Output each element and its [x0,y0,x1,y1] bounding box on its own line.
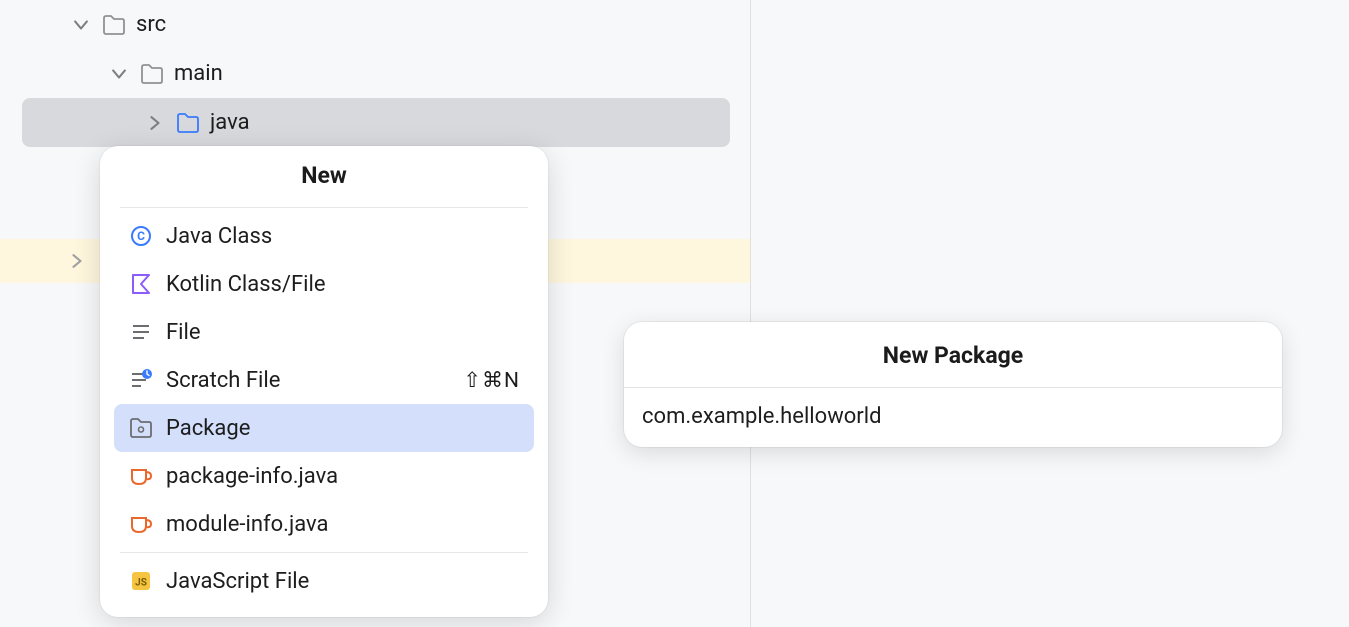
chevron-right-icon[interactable] [144,116,166,130]
menu-separator [120,552,528,553]
tree-row-main[interactable]: main [0,49,730,98]
menu-item-file[interactable]: File [114,308,534,356]
java-class-icon: C [128,223,154,249]
svg-text:C: C [137,229,145,243]
file-lines-icon [128,319,154,345]
project-tree: src main java [0,0,730,147]
pane-divider [750,0,751,627]
menu-item-kotlin[interactable]: Kotlin Class/File [114,260,534,308]
menu-separator [120,207,528,208]
js-icon: JS [128,568,154,594]
folder-icon [140,63,164,85]
tree-row-src[interactable]: src [0,0,730,49]
kotlin-icon [128,271,154,297]
menu-item-label: File [166,320,201,345]
folder-icon [176,112,200,134]
new-package-dialog: New Package [624,322,1282,447]
menu-item-label: Package [166,416,250,441]
svg-text:JS: JS [135,578,147,589]
menu-item-module-info[interactable]: module-info.java [114,500,534,548]
popup-title: New [100,162,548,203]
scratch-icon [128,367,154,393]
tree-row-java[interactable]: java [0,98,730,147]
menu-item-label: JavaScript File [166,569,309,594]
menu-shortcut: ⇧⌘N [463,368,520,393]
tree-label: src [136,12,166,37]
chevron-down-icon[interactable] [70,18,92,32]
menu-item-package[interactable]: Package [114,404,534,452]
tree-label: main [174,61,223,86]
menu-item-javascript-file[interactable]: JS JavaScript File [114,557,534,605]
dialog-title: New Package [624,322,1282,387]
package-icon [128,415,154,441]
chevron-down-icon[interactable] [108,67,130,81]
tree-label: java [210,110,250,135]
package-name-input[interactable] [624,388,1282,447]
chevron-right-icon [66,254,88,268]
folder-icon [102,14,126,36]
java-cup-icon [128,463,154,489]
new-context-menu: New C Java Class Kotlin Class/File File … [100,146,548,617]
menu-item-package-info[interactable]: package-info.java [114,452,534,500]
menu-item-label: package-info.java [166,464,338,489]
menu-item-label: Scratch File [166,368,280,393]
menu-item-java-class[interactable]: C Java Class [114,212,534,260]
menu-item-label: Java Class [166,224,272,249]
menu-item-label: module-info.java [166,512,329,537]
menu-item-label: Kotlin Class/File [166,272,326,297]
menu-item-scratch-file[interactable]: Scratch File ⇧⌘N [114,356,534,404]
java-cup-icon [128,511,154,537]
